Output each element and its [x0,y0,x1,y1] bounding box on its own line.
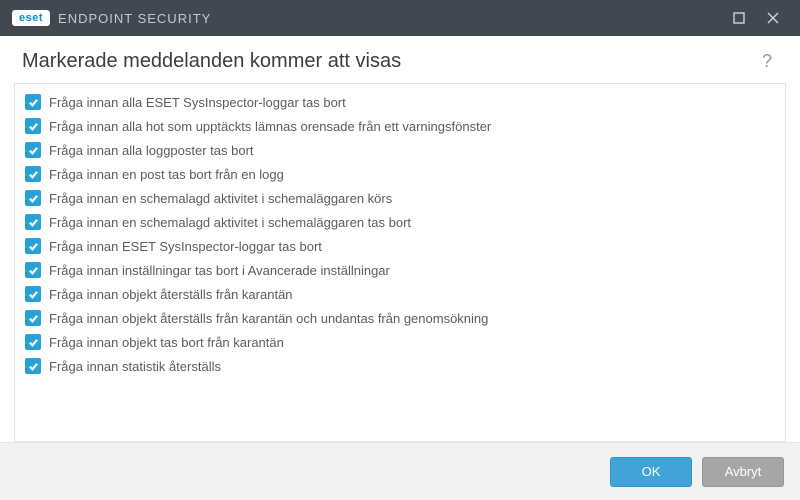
list-item[interactable]: Fråga innan objekt återställs från karan… [23,282,779,306]
close-icon [767,12,779,24]
check-icon [28,289,39,300]
minimize-button[interactable] [722,0,756,36]
checkbox[interactable] [25,118,41,134]
ok-button[interactable]: OK [610,457,692,487]
checkbox[interactable] [25,358,41,374]
check-icon [28,265,39,276]
checkbox[interactable] [25,262,41,278]
header: Markerade meddelanden kommer att visas ? [0,36,800,83]
list-item-label: Fråga innan en schemalagd aktivitet i sc… [49,215,411,230]
help-icon[interactable]: ? [756,51,778,72]
list-item[interactable]: Fråga innan alla hot som upptäckts lämna… [23,114,779,138]
check-icon [28,217,39,228]
list-item-label: Fråga innan alla ESET SysInspector-logga… [49,95,346,110]
check-icon [28,337,39,348]
check-icon [28,361,39,372]
checkbox[interactable] [25,190,41,206]
list-item-label: Fråga innan inställningar tas bort i Ava… [49,263,390,278]
list-item[interactable]: Fråga innan en post tas bort från en log… [23,162,779,186]
list-item[interactable]: Fråga innan en schemalagd aktivitet i sc… [23,210,779,234]
app-window: eset ENDPOINT SECURITY Markerade meddela… [0,0,800,500]
list-item[interactable]: Fråga innan alla ESET SysInspector-logga… [23,90,779,114]
page-title: Markerade meddelanden kommer att visas [22,50,756,73]
list-item[interactable]: Fråga innan objekt tas bort från karantä… [23,330,779,354]
checkbox[interactable] [25,166,41,182]
list-item-label: Fråga innan en post tas bort från en log… [49,167,284,182]
check-icon [28,97,39,108]
check-icon [28,145,39,156]
titlebar: eset ENDPOINT SECURITY [0,0,800,36]
checkbox[interactable] [25,94,41,110]
list-item-label: Fråga innan alla hot som upptäckts lämna… [49,119,491,134]
checkbox[interactable] [25,286,41,302]
list-scroll[interactable]: Fråga innan alla ESET SysInspector-logga… [15,84,785,441]
list-item-label: Fråga innan objekt återställs från karan… [49,311,488,326]
list-item-label: Fråga innan objekt återställs från karan… [49,287,293,302]
brand-badge: eset [12,10,50,26]
list-item-label: Fråga innan alla loggposter tas bort [49,143,254,158]
check-icon [28,193,39,204]
list-container: Fråga innan alla ESET SysInspector-logga… [14,83,786,442]
list-item[interactable]: Fråga innan en schemalagd aktivitet i sc… [23,186,779,210]
list-item-label: Fråga innan en schemalagd aktivitet i sc… [49,191,392,206]
checkbox[interactable] [25,214,41,230]
checkbox[interactable] [25,334,41,350]
check-icon [28,241,39,252]
check-icon [28,121,39,132]
list-item-label: Fråga innan statistik återställs [49,359,221,374]
list-item[interactable]: Fråga innan ESET SysInspector-loggar tas… [23,234,779,258]
list-item[interactable]: Fråga innan statistik återställs [23,354,779,378]
brand-text: ENDPOINT SECURITY [58,11,211,26]
check-icon [28,169,39,180]
list-item[interactable]: Fråga innan alla loggposter tas bort [23,138,779,162]
list-item[interactable]: Fråga innan objekt återställs från karan… [23,306,779,330]
list-item[interactable]: Fråga innan inställningar tas bort i Ava… [23,258,779,282]
list-item-label: Fråga innan objekt tas bort från karantä… [49,335,284,350]
checkbox[interactable] [25,238,41,254]
close-button[interactable] [756,0,790,36]
cancel-button[interactable]: Avbryt [702,457,784,487]
check-icon [28,313,39,324]
footer: OK Avbryt [0,442,800,500]
minimize-icon [733,12,745,24]
list-item-label: Fråga innan ESET SysInspector-loggar tas… [49,239,322,254]
checkbox[interactable] [25,142,41,158]
checkbox[interactable] [25,310,41,326]
